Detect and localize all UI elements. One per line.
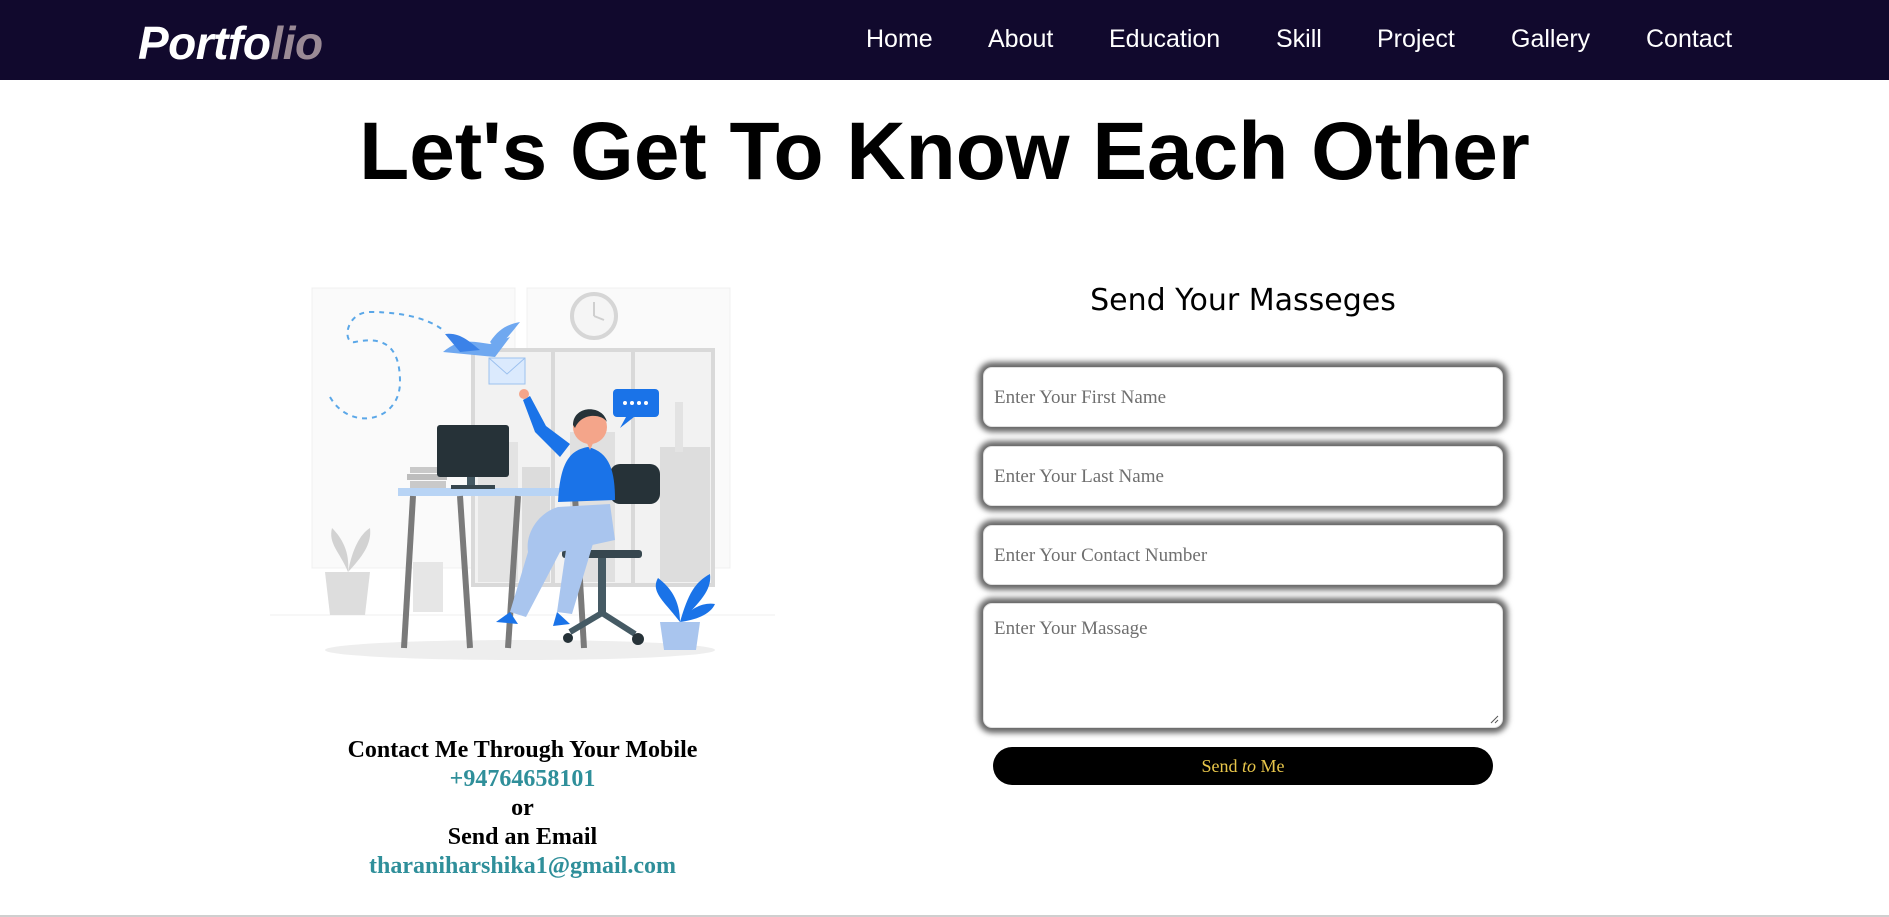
send-label-prefix: Send	[1201, 756, 1242, 776]
phone-link[interactable]: +94764658101	[270, 765, 775, 794]
page-title: Let's Get To Know Each Other	[359, 106, 1530, 197]
resize-handle-icon[interactable]	[1489, 714, 1499, 724]
send-button[interactable]: Send to Me	[993, 747, 1493, 785]
first-name-placeholder: Enter Your First Name	[994, 387, 1167, 408]
form-title: Send Your Masseges	[1090, 283, 1396, 318]
nav-gallery[interactable]: Gallery	[1511, 22, 1590, 56]
email-heading: Send an Email	[447, 824, 598, 850]
send-label-suffix: Me	[1256, 756, 1285, 776]
navbar: Portfolio Home About Education Skill Pro…	[0, 0, 1889, 80]
last-name-field[interactable]: Enter Your Last Name	[983, 446, 1503, 506]
clock-icon	[570, 292, 618, 340]
mobile-heading: Contact Me Through Your Mobile	[347, 737, 698, 763]
nav-contact[interactable]: Contact	[1646, 22, 1732, 56]
nav-education[interactable]: Education	[1109, 22, 1220, 56]
nav-links: Home About Education Skill Project Galle…	[0, 22, 1889, 58]
envelope-icon	[488, 357, 526, 385]
nav-project[interactable]: Project	[1377, 22, 1455, 56]
or-text: or	[511, 795, 534, 821]
contact-number-field[interactable]: Enter Your Contact Number	[983, 525, 1503, 585]
email-link[interactable]: tharaniharshika1@gmail.com	[270, 852, 775, 881]
nav-home[interactable]: Home	[866, 22, 933, 56]
contact-illustration	[270, 282, 775, 668]
contact-info: Contact Me Through Your Mobile +94764658…	[270, 736, 775, 881]
message-placeholder: Enter Your Massage	[994, 618, 1148, 639]
send-label-italic: to	[1241, 756, 1256, 776]
message-textarea[interactable]: Enter Your Massage	[983, 603, 1503, 728]
nav-about[interactable]: About	[988, 22, 1053, 56]
nav-skill[interactable]: Skill	[1276, 22, 1322, 56]
last-name-placeholder: Enter Your Last Name	[994, 466, 1164, 487]
contact-number-placeholder: Enter Your Contact Number	[994, 545, 1208, 566]
first-name-field[interactable]: Enter Your First Name	[983, 367, 1503, 427]
